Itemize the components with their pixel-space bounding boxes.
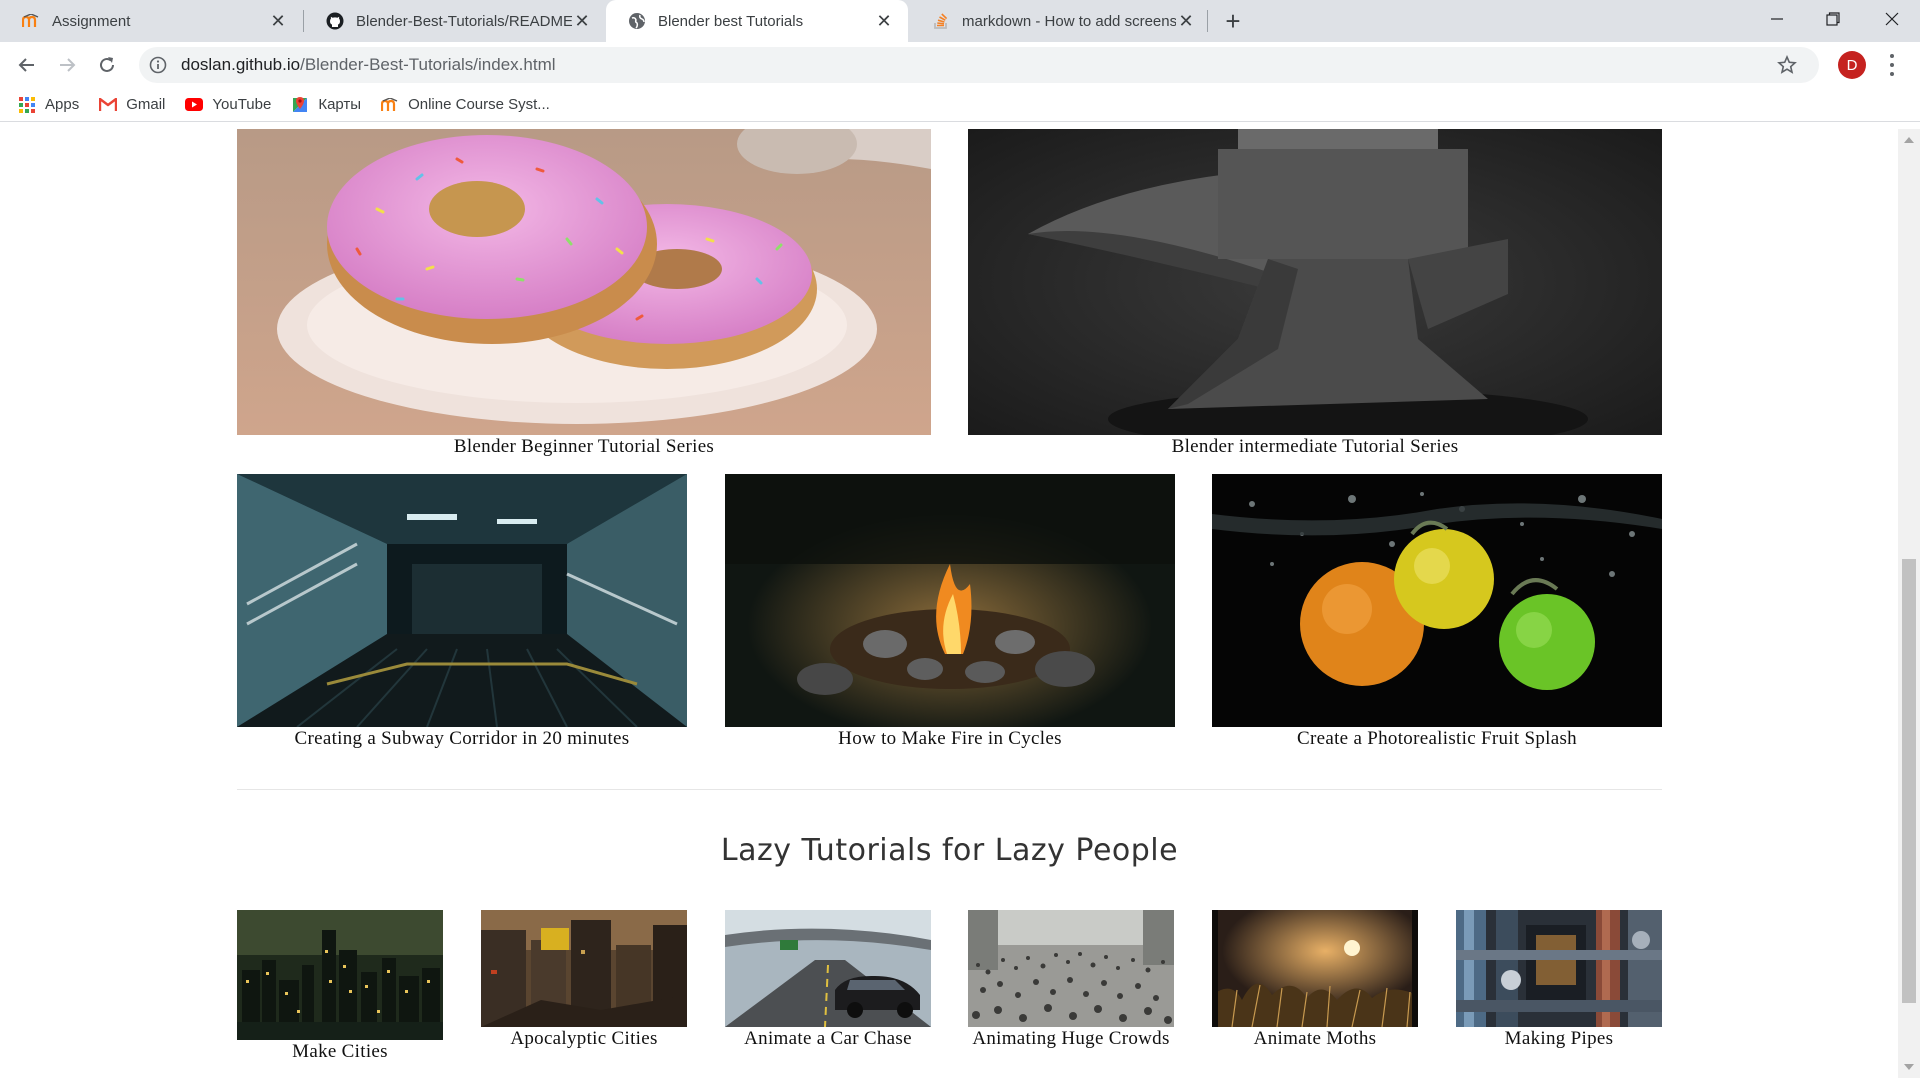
tab-readme[interactable]: Blender-Best-Tutorials/README.r ✕ (304, 0, 606, 42)
tutorial-card-making-pipes[interactable]: Making Pipes (1456, 910, 1662, 1070)
bookmark-label: Карты (318, 96, 362, 113)
github-icon (326, 12, 344, 30)
bookmark-label: Gmail (126, 96, 166, 113)
new-tab-button[interactable]: + (1218, 6, 1248, 36)
gmail-icon (99, 96, 118, 114)
bookmark-label: YouTube (212, 96, 272, 113)
bookmark-star-icon[interactable] (1777, 54, 1797, 75)
section-divider (237, 789, 1662, 790)
fruit-splash-image[interactable] (1212, 474, 1662, 727)
stackoverflow-icon (932, 12, 950, 30)
bookmark-online-course[interactable]: Online Course Syst... (381, 96, 550, 114)
close-tab-icon[interactable]: ✕ (874, 11, 894, 31)
page-viewport: Blender Beginner Tutorial Series Blender… (0, 129, 1898, 1078)
globe-icon (628, 12, 646, 30)
url-text: doslan.github.io/Blender-Best-Tutorials/… (181, 55, 556, 75)
tab-title: Blender-Best-Tutorials/README.r (356, 12, 572, 30)
close-window-icon[interactable] (1864, 0, 1920, 38)
forward-icon[interactable] (52, 50, 82, 80)
minimize-icon[interactable] (1749, 0, 1805, 38)
tutorial-card-intermediate[interactable]: Blender intermediate Tutorial Series (968, 129, 1662, 461)
tutorial-caption[interactable]: Create a Photorealistic Fruit Splash (1212, 728, 1662, 750)
tutorial-card-fruit-splash[interactable]: Create a Photorealistic Fruit Splash (1212, 474, 1662, 759)
scroll-down-icon[interactable] (1904, 1064, 1914, 1070)
tutorial-card-animate-moths[interactable]: Animate Moths (1212, 910, 1418, 1070)
tab-title: Blender best Tutorials (658, 12, 804, 30)
lazy-section-title: Lazy Tutorials for Lazy People (720, 833, 1179, 868)
page-scrollbar[interactable] (1898, 129, 1920, 1078)
tab-assignment[interactable]: Assignment ✕ (0, 0, 302, 42)
bookmark-maps[interactable]: Карты (291, 96, 361, 114)
bookmark-label: Online Course Syst... (408, 96, 550, 113)
campfire-image[interactable] (725, 474, 1175, 727)
tab-title: Assignment (52, 12, 131, 30)
moodle-icon (22, 12, 40, 30)
tutorial-card-apocalyptic-cities[interactable]: Apocalyptic Cities (481, 910, 687, 1070)
restore-icon[interactable] (1805, 0, 1861, 38)
apps-grid-icon (18, 96, 36, 114)
url-path: /Blender-Best-Tutorials/index.html (300, 55, 556, 74)
tab-strip: Assignment ✕ Blender-Best-Tutorials/READ… (0, 0, 1920, 42)
bookmark-youtube[interactable]: YouTube (185, 96, 271, 114)
tutorial-caption[interactable]: Make Cities (237, 1041, 443, 1063)
close-tab-icon[interactable]: ✕ (1176, 11, 1196, 31)
bookmark-apps[interactable]: Apps (18, 96, 79, 114)
profile-avatar[interactable]: D (1838, 51, 1866, 79)
more-menu-icon[interactable] (1884, 52, 1900, 78)
tutorial-caption[interactable]: Creating a Subway Corridor in 20 minutes (237, 728, 687, 750)
ruined-city-image[interactable] (481, 910, 687, 1027)
tab-blender-best-tutorials[interactable]: Blender best Tutorials ✕ (606, 0, 908, 42)
bookmark-gmail[interactable]: Gmail (99, 96, 165, 114)
tutorial-card-make-cities[interactable]: Make Cities (237, 910, 443, 1070)
tutorial-caption[interactable]: Blender Beginner Tutorial Series (237, 436, 931, 458)
pipes-image[interactable] (1456, 910, 1662, 1027)
scroll-up-icon[interactable] (1904, 137, 1914, 143)
tutorial-caption[interactable]: Animate a Car Chase (725, 1028, 931, 1050)
crowd-image[interactable] (968, 910, 1174, 1027)
reload-icon[interactable] (92, 50, 122, 80)
bookmarks-bar: Apps Gmail YouTube Карты Online Course S… (0, 88, 1920, 122)
city-night-image[interactable] (237, 910, 443, 1040)
tutorial-caption[interactable]: Making Pipes (1456, 1028, 1662, 1050)
moths-image[interactable] (1212, 910, 1418, 1027)
moodle-icon (381, 96, 399, 114)
tutorial-caption[interactable]: Apocalyptic Cities (481, 1028, 687, 1050)
close-tab-icon[interactable]: ✕ (572, 11, 592, 31)
anvil-image[interactable] (968, 129, 1662, 435)
close-tab-icon[interactable]: ✕ (268, 11, 288, 31)
tutorial-card-subway[interactable]: Creating a Subway Corridor in 20 minutes (237, 474, 687, 759)
tutorial-caption[interactable]: Blender intermediate Tutorial Series (968, 436, 1662, 458)
car-chase-image[interactable] (725, 910, 931, 1027)
tutorial-caption[interactable]: How to Make Fire in Cycles (725, 728, 1175, 750)
maps-icon (291, 96, 309, 114)
info-icon[interactable] (149, 56, 167, 74)
youtube-icon (185, 96, 204, 114)
tutorial-card-car-chase[interactable]: Animate a Car Chase (725, 910, 931, 1070)
url-host: doslan.github.io (181, 55, 301, 74)
tutorial-caption[interactable]: Animating Huge Crowds (968, 1028, 1174, 1050)
tab-title: markdown - How to add screens (962, 12, 1176, 30)
tutorial-caption[interactable]: Animate Moths (1212, 1028, 1418, 1050)
address-bar[interactable]: doslan.github.io/Blender-Best-Tutorials/… (139, 47, 1819, 83)
tutorial-card-beginner[interactable]: Blender Beginner Tutorial Series (237, 129, 931, 461)
back-icon[interactable] (12, 50, 42, 80)
scrollbar-thumb[interactable] (1902, 559, 1916, 1003)
browser-toolbar: doslan.github.io/Blender-Best-Tutorials/… (0, 42, 1920, 88)
tab-markdown[interactable]: markdown - How to add screens ✕ (910, 0, 1210, 42)
tutorial-card-huge-crowds[interactable]: Animating Huge Crowds (968, 910, 1174, 1070)
donuts-image[interactable] (237, 129, 931, 435)
subway-image[interactable] (237, 474, 687, 727)
tutorial-card-fire[interactable]: How to Make Fire in Cycles (725, 474, 1175, 759)
tab-separator (1207, 10, 1208, 32)
bookmark-label: Apps (45, 96, 80, 113)
